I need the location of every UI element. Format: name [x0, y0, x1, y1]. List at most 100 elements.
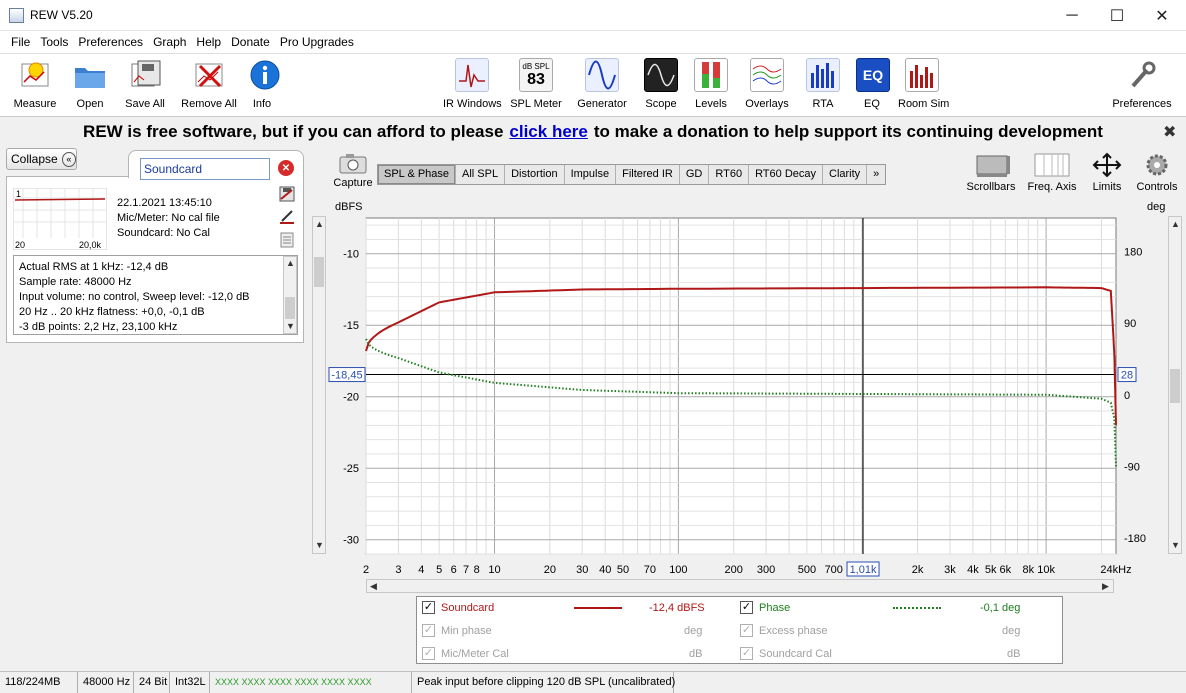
info-line: Input volume: no control, Sweep level: -…: [19, 291, 250, 303]
graph-legend: ✓ Soundcard -12,4 dBFS ✓ Phase -0,1 deg …: [416, 596, 1063, 664]
limits-icon: [1092, 152, 1122, 178]
legend-soundcard-cal-label: Soundcard Cal: [759, 648, 832, 660]
x-tick-label: 3: [395, 564, 401, 576]
freq-axis-icon: [1034, 153, 1070, 177]
freq-axis-button[interactable]: Freq. Axis: [1024, 152, 1080, 193]
room-sim-button[interactable]: Room Sim: [898, 56, 949, 110]
legend-phase-value: -0,1 deg: [980, 602, 1021, 614]
eq-button[interactable]: EQ EQ: [856, 56, 890, 110]
scope-button[interactable]: Scope: [642, 56, 680, 110]
trace-color-icon[interactable]: [279, 208, 295, 224]
controls-button[interactable]: Controls: [1134, 152, 1180, 193]
x-tick-label: 4k: [967, 564, 979, 576]
soundcard-cal-checkbox[interactable]: ✓: [740, 647, 753, 660]
preferences-button[interactable]: Preferences: [1110, 56, 1174, 110]
tab-impulse[interactable]: Impulse: [565, 165, 617, 184]
minimize-icon[interactable]: ─: [1049, 0, 1095, 31]
tab-rt60[interactable]: RT60: [709, 165, 750, 184]
menu-help[interactable]: Help: [191, 35, 226, 49]
close-icon[interactable]: ✕: [1139, 0, 1185, 31]
maximize-icon[interactable]: ☐: [1094, 0, 1140, 31]
menu-donate[interactable]: Donate: [226, 35, 275, 49]
frequency-scrollbar[interactable]: ◀ ▶: [366, 579, 1114, 593]
x-tick-label: 70: [644, 564, 656, 576]
right-tick-label: 180: [1124, 246, 1142, 258]
banner-close-icon[interactable]: ✖: [1163, 122, 1176, 142]
right-tick-label: 90: [1124, 318, 1136, 330]
tabs-more-button[interactable]: »: [867, 165, 885, 184]
generator-button[interactable]: Generator: [576, 56, 628, 110]
notes-icon[interactable]: [279, 232, 295, 248]
mic-meter-cal-checkbox[interactable]: ✓: [422, 647, 435, 660]
excess-phase-checkbox[interactable]: ✓: [740, 624, 753, 637]
menu-graph[interactable]: Graph: [148, 35, 191, 49]
x-tick-label: 300: [757, 564, 775, 576]
levels-button[interactable]: Levels: [692, 56, 730, 110]
ir-windows-icon: [455, 58, 489, 92]
tab-distortion[interactable]: Distortion: [505, 165, 565, 184]
ir-windows-button[interactable]: IR Windows: [443, 56, 502, 110]
min-phase-checkbox[interactable]: ✓: [422, 624, 435, 637]
info-button[interactable]: Info: [248, 56, 280, 110]
phase-checkbox[interactable]: ✓: [740, 601, 753, 614]
spl-meter-button[interactable]: dB SPL 83 SPL Meter: [510, 56, 562, 110]
x-tick-label: 8: [474, 564, 480, 576]
info-line: Sample rate: 48000 Hz: [19, 276, 132, 288]
collapse-button[interactable]: Collapse «: [6, 148, 77, 170]
overlays-icon: [750, 58, 784, 92]
limits-button[interactable]: Limits: [1088, 152, 1126, 193]
window-title: REW V5.20: [30, 8, 93, 22]
legend-min-phase-value: deg: [684, 625, 703, 637]
overlays-button[interactable]: Overlays: [744, 56, 790, 110]
x-tick-label: 5k: [985, 564, 997, 576]
soundcard-checkbox[interactable]: ✓: [422, 601, 435, 614]
spl-phase-graph[interactable]: -10 -15 -20 -25 -30 180 90 0 -90 -180 2 3 4 5 6 7 8 10 20 3…: [310, 210, 1170, 580]
measurement-info-box[interactable]: Actual RMS at 1 kHz: -12,4 dB Sample rat…: [13, 255, 298, 335]
tab-gd[interactable]: GD: [680, 165, 710, 184]
wrench-icon: [1125, 58, 1159, 92]
x-tick-label: 6k: [999, 564, 1011, 576]
format-status: Int32L: [170, 672, 210, 693]
donate-link[interactable]: click here: [509, 122, 587, 142]
info-scrollbar[interactable]: ▲ ▼: [283, 256, 297, 334]
menu-preferences[interactable]: Preferences: [73, 35, 148, 49]
legend-mic-meter-cal-value: dB: [689, 648, 703, 660]
rta-button[interactable]: RTA: [806, 56, 840, 110]
measure-button[interactable]: Measure: [12, 56, 58, 110]
collapse-chevron-icon: «: [61, 151, 76, 167]
room-sim-icon: [905, 58, 939, 92]
spl-meter-icon: dB SPL 83: [519, 58, 553, 92]
x-tick-label: 700: [825, 564, 843, 576]
legend-mic-meter-cal-label: Mic/Meter Cal: [441, 648, 509, 660]
x-tick-label: 30: [576, 564, 588, 576]
legend-soundcard-label: Soundcard: [441, 602, 495, 614]
toolbar: Measure Open Save All Remove All Info IR…: [0, 53, 1186, 117]
remove-all-button[interactable]: Remove All: [180, 56, 238, 110]
menu-pro-upgrades[interactable]: Pro Upgrades: [275, 35, 359, 49]
menu-file[interactable]: File: [6, 35, 35, 49]
x-tick-label: 50: [617, 564, 629, 576]
menu-tools[interactable]: Tools: [35, 35, 73, 49]
tab-filtered-ir[interactable]: Filtered IR: [616, 165, 680, 184]
legend-soundcard-value: -12,4 dBFS: [649, 602, 705, 614]
scrollbars-button[interactable]: Scrollbars: [964, 152, 1018, 193]
left-tick-label: -30: [343, 535, 359, 547]
delete-measurement-icon[interactable]: ✕: [278, 160, 294, 176]
save-measurement-icon[interactable]: [279, 186, 295, 202]
tab-clarity[interactable]: Clarity: [823, 165, 868, 184]
left-tick-label: -25: [343, 463, 359, 475]
tab-rt60-decay[interactable]: RT60 Decay: [749, 165, 823, 184]
save-all-button[interactable]: Save All: [122, 56, 168, 110]
camera-icon: [339, 154, 367, 174]
memory-usage[interactable]: 118/224MB: [0, 672, 78, 693]
tab-spl-phase[interactable]: SPL & Phase: [378, 165, 457, 184]
capture-button[interactable]: Capture: [333, 152, 373, 189]
open-button[interactable]: Open: [70, 56, 110, 110]
clipping-status: Peak input before clipping 120 dB SPL (u…: [412, 672, 675, 693]
measurement-name-field[interactable]: Soundcard: [140, 158, 270, 180]
legend-soundcard-line: [574, 607, 622, 609]
tab-all-spl[interactable]: All SPL: [456, 165, 506, 184]
x-tick-label: 6: [451, 564, 457, 576]
measurement-thumbnail[interactable]: 1 20 20,0k: [13, 188, 107, 250]
right-axis-scrollbar[interactable]: ▲ ▼: [1168, 216, 1182, 554]
